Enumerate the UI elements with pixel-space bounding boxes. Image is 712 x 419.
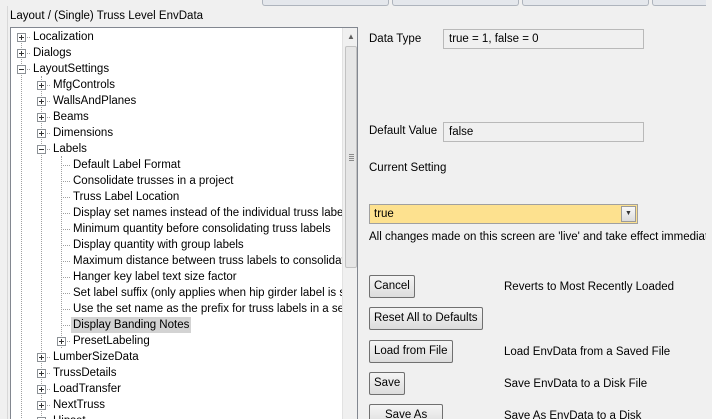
- tree-item-label: Localization: [33, 31, 94, 43]
- expand-plus-icon[interactable]: [57, 337, 66, 346]
- tree-item-label: Minimum quantity before consolidating tr…: [73, 223, 331, 235]
- tree-item[interactable]: Set label suffix (only applies when hip …: [11, 285, 357, 301]
- expand-plus-icon[interactable]: [37, 97, 46, 106]
- tree-item-label: WallsAndPlanes: [53, 95, 137, 107]
- tree-item-label: Hipset: [51, 413, 88, 419]
- tree-item-label: Use the set name as the prefix for truss…: [73, 303, 348, 315]
- tree-item-label: Set label suffix (only applies when hip …: [73, 287, 358, 299]
- tree-item[interactable]: Default Label Format: [11, 157, 341, 173]
- settings-tree[interactable]: Localization Dialogs LayoutSettings MfgCont…: [10, 27, 358, 419]
- expand-plus-icon[interactable]: [37, 129, 46, 138]
- tree-item-label: MfgControls: [53, 79, 115, 91]
- current-setting-label: Current Setting: [369, 162, 447, 174]
- tree-item[interactable]: Hipset: [11, 413, 341, 419]
- tree-item[interactable]: MfgControls: [11, 77, 341, 93]
- tree-item[interactable]: Minimum quantity before consolidating tr…: [11, 221, 341, 237]
- save-button[interactable]: Save: [369, 372, 406, 395]
- expand-plus-icon[interactable]: [37, 401, 46, 410]
- tree-item[interactable]: LumberSizeData: [11, 349, 341, 365]
- tree-item[interactable]: Dialogs: [11, 45, 341, 61]
- tree-item-label: Truss Label Location: [73, 191, 180, 203]
- tree-item-label: Display set names instead of the individ…: [73, 207, 352, 219]
- tree-item-label: Default Label Format: [73, 159, 181, 171]
- load-description: Load EnvData from a Saved File: [504, 346, 671, 358]
- tree-item[interactable]: Display set names instead of the individ…: [11, 205, 352, 221]
- tree-item[interactable]: Truss Label Location: [11, 189, 341, 205]
- live-changes-note: All changes made on this screen are 'liv…: [369, 231, 712, 243]
- tree-item-label: Dialogs: [33, 47, 72, 59]
- top-toolbar-strip: [0, 0, 712, 6]
- load-from-file-button[interactable]: Load from File: [369, 340, 453, 363]
- tree-item-label: Beams: [53, 111, 89, 123]
- tree-item[interactable]: WallsAndPlanes: [11, 93, 341, 109]
- tree-item-label: LoadTransfer: [53, 383, 121, 395]
- top-tab[interactable]: [652, 0, 712, 6]
- panel-title: Layout / (Single) Truss Level EnvData: [10, 10, 204, 22]
- save-as-button[interactable]: Save As: [369, 404, 444, 419]
- tree-item[interactable]: PresetLabeling: [11, 333, 341, 349]
- tree-item-label: LayoutSettings: [33, 63, 110, 75]
- tree-item-label: Display quantity with group labels: [73, 239, 244, 251]
- expand-plus-icon[interactable]: [37, 385, 46, 394]
- tree-item[interactable]: Beams: [11, 109, 341, 125]
- expand-plus-icon[interactable]: [37, 113, 46, 122]
- tree-item-label: Dimensions: [53, 127, 114, 139]
- data-type-value: true = 1, false = 0: [443, 29, 644, 49]
- expand-plus-icon[interactable]: [17, 49, 26, 58]
- default-value-label: Default Value: [369, 125, 438, 137]
- tree-item-label: NextTruss: [53, 399, 105, 411]
- tree-item[interactable]: Maximum distance between truss labels to…: [11, 253, 351, 269]
- tree-item-selected[interactable]: Display Banding Notes: [11, 317, 341, 333]
- tree-item[interactable]: Hanger key label text size factor: [11, 269, 341, 285]
- default-value-field: false: [443, 122, 644, 142]
- save-description: Save EnvData to a Disk File: [504, 378, 648, 390]
- tree-item-label: Consolidate trusses in a project: [73, 175, 234, 187]
- cancel-description: Reverts to Most Recently Loaded: [504, 281, 675, 293]
- tree-item-label: PresetLabeling: [73, 335, 150, 347]
- tree-item[interactable]: Use the set name as the prefix for truss…: [11, 301, 347, 317]
- scroll-thumb[interactable]: [345, 46, 357, 268]
- tree-item-label: LumberSizeData: [53, 351, 139, 363]
- tree-item-label: TrussDetails: [53, 367, 117, 379]
- cancel-button[interactable]: Cancel: [369, 275, 415, 298]
- tree-item[interactable]: NextTruss: [11, 397, 341, 413]
- current-setting-value: true: [374, 208, 394, 220]
- collapse-minus-icon[interactable]: [37, 145, 46, 154]
- tree-item[interactable]: Dimensions: [11, 125, 341, 141]
- save-as-description: Save As EnvData to a Disk: [504, 410, 642, 419]
- top-tab[interactable]: [262, 0, 389, 6]
- tree-item-label: Hanger key label text size factor: [73, 271, 237, 283]
- tree-item[interactable]: Display quantity with group labels: [11, 237, 341, 253]
- left-border: [0, 0, 8, 419]
- tree-vertical-scrollbar[interactable]: ▲: [342, 28, 357, 419]
- tree-item-label: Maximum distance between truss labels to…: [73, 255, 352, 267]
- tree-item[interactable]: Labels: [11, 141, 341, 157]
- tree-item[interactable]: Localization: [11, 29, 341, 45]
- scroll-up-arrow-icon[interactable]: ▲: [343, 28, 357, 45]
- chevron-down-icon[interactable]: ▼: [621, 206, 636, 222]
- expand-plus-icon[interactable]: [37, 81, 46, 90]
- tree-item-label: Display Banding Notes: [71, 317, 192, 333]
- right-edge: [706, 0, 712, 419]
- expand-plus-icon[interactable]: [17, 33, 26, 42]
- tree-item[interactable]: Consolidate trusses in a project: [11, 173, 341, 189]
- tree-item[interactable]: LoadTransfer: [11, 381, 341, 397]
- reset-all-to-defaults-button[interactable]: Reset All to Defaults: [369, 307, 483, 330]
- data-type-label: Data Type: [369, 33, 422, 45]
- top-tab[interactable]: [522, 0, 649, 6]
- tree-item-label: Labels: [53, 143, 87, 155]
- top-tab[interactable]: [392, 0, 519, 6]
- tree-item[interactable]: TrussDetails: [11, 365, 341, 381]
- current-setting-select[interactable]: true ▼: [369, 204, 638, 224]
- collapse-minus-icon[interactable]: [17, 65, 26, 74]
- tree-item[interactable]: LayoutSettings: [11, 61, 341, 77]
- expand-plus-icon[interactable]: [37, 369, 46, 378]
- expand-plus-icon[interactable]: [37, 353, 46, 362]
